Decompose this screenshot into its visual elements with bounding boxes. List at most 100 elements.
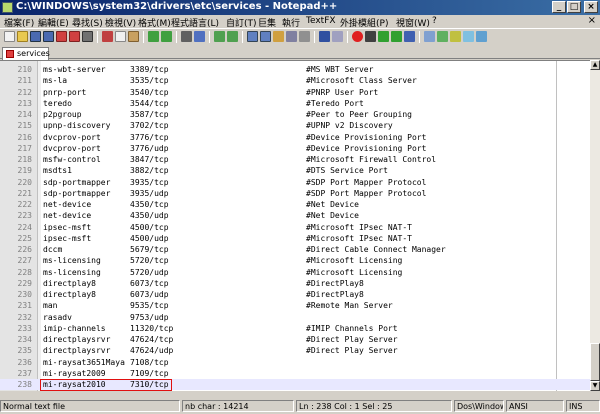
service-comment: #Net Device (306, 211, 359, 221)
save-icon[interactable] (30, 31, 41, 42)
text-line[interactable]: 221 sdp-portmapper 3935/udp #SDP Port Mappe… (0, 188, 590, 199)
toolbar-separator (314, 31, 315, 43)
toolbar-separator (209, 31, 210, 43)
line-number: 216 (17, 132, 32, 142)
notepadpp-app-icon[interactable] (2, 2, 13, 13)
close-button[interactable]: × (584, 1, 598, 13)
text-line[interactable]: 220 sdp-portmapper 3935/tcp #SDP Port Mappe… (0, 177, 590, 188)
text-line[interactable]: 224 ipsec-msft 4500/tcp #Microsoft IPsec NA… (0, 222, 590, 233)
text-line[interactable]: 219 msdts1 3882/tcp #DTS Service Port (0, 165, 590, 176)
text-line[interactable]: 214 p2pgroup 3587/tcp #Peer to Peer Groupin… (0, 109, 590, 120)
line-number: 236 (17, 357, 32, 367)
plugin-icon-2[interactable] (437, 31, 448, 42)
editor-area[interactable]: 210 ms-wbt-server 3389/tcp #MS WBT Server 21… (0, 60, 590, 391)
find-icon[interactable] (181, 31, 192, 42)
service-name: ipsec-msft (43, 222, 92, 232)
copy-icon[interactable] (115, 31, 126, 42)
service-comment: #MS WBT Server (306, 65, 374, 74)
service-port: 6073/tcp (130, 278, 169, 288)
doc-map-icon[interactable] (332, 31, 343, 42)
new-file-icon[interactable] (4, 31, 15, 42)
text-line[interactable]: 231 man 9535/tcp #Remote Man Server (0, 300, 590, 311)
plugin-icon-3[interactable] (450, 31, 461, 42)
service-port: 5720/tcp (130, 256, 169, 266)
maximize-button[interactable]: □ (567, 1, 581, 13)
service-port: 5720/udp (130, 267, 169, 277)
text-line[interactable]: 227 ms-licensing 5720/tcp #Microsoft Licens… (0, 255, 590, 266)
run-macro-multiple-icon[interactable] (391, 31, 402, 42)
text-line[interactable]: 212 pnrp-port 3540/tcp #PNRP User Port (0, 87, 590, 98)
text-line[interactable]: 234 directplaysrvr 47624/tcp #Direct Play S… (0, 334, 590, 345)
sync-vertical-icon[interactable] (247, 31, 258, 42)
vertical-scrollbar[interactable]: ▲ ▼ (590, 60, 600, 391)
service-port: 3389/tcp (130, 65, 169, 74)
text-line[interactable]: 236 mi-raysat3651Maya 7108/tcp (0, 357, 590, 368)
minimize-button[interactable]: _ (552, 1, 566, 13)
plugin-icon-5[interactable] (476, 31, 487, 42)
menu-textfx[interactable]: TextFX (306, 16, 336, 26)
scroll-down-arrow-icon[interactable]: ▼ (590, 381, 600, 391)
text-line[interactable]: 237 mi-raysat2009 7109/tcp (0, 368, 590, 379)
zoom-in-icon[interactable] (214, 31, 225, 42)
user-defined-language-icon[interactable] (319, 31, 330, 42)
stop-recording-icon[interactable] (365, 31, 376, 42)
service-name: dvcprov-port (43, 143, 101, 153)
text-line[interactable]: 213 teredo 3544/tcp #Teredo Port (0, 98, 590, 109)
line-number: 222 (17, 200, 32, 209)
text-line[interactable]: 211 ms-la 3535/tcp #Microsoft Class Server (0, 75, 590, 86)
word-wrap-icon[interactable] (273, 31, 284, 42)
tab-services[interactable]: services (2, 47, 50, 60)
text-line[interactable]: 218 msfw-control 3847/tcp #Microsoft Firewa… (0, 154, 590, 165)
print-icon[interactable] (82, 31, 93, 42)
plugin-icon-1[interactable] (424, 31, 435, 42)
cut-icon[interactable] (102, 31, 113, 42)
text-line[interactable]: 228 ms-licensing 5720/udp #Microsoft Licens… (0, 267, 590, 278)
status-encoding: ANSI (506, 400, 564, 412)
paste-icon[interactable] (128, 31, 139, 42)
line-number: 234 (17, 335, 32, 344)
text-line[interactable]: 232 rasadv 9753/udp (0, 312, 590, 323)
replace-icon[interactable] (194, 31, 205, 42)
text-line[interactable]: 225 ipsec-msft 4500/udp #Microsoft IPsec NA… (0, 233, 590, 244)
text-line[interactable]: 215 upnp-discovery 3702/tcp #UPNP v2 Discov… (0, 120, 590, 131)
indent-guide-icon[interactable] (299, 31, 310, 42)
show-all-chars-icon[interactable] (286, 31, 297, 42)
text-line[interactable]: 235 directplaysrvr 47624/udp #Direct Play S… (0, 345, 590, 356)
save-macro-icon[interactable] (404, 31, 415, 42)
service-comment: #DirectPlay8 (306, 290, 364, 299)
service-comment: #SDP Port Mapper Protocol (306, 177, 427, 187)
menu-help[interactable]: ? (432, 16, 437, 26)
text-line[interactable]: 233 imip-channels 11320/tcp #IMIP Channels … (0, 323, 590, 334)
sync-horizontal-icon[interactable] (260, 31, 271, 42)
close-all-icon[interactable] (69, 31, 80, 42)
zoom-out-icon[interactable] (227, 31, 238, 42)
text-line[interactable]: 217 dvcprov-port 3776/udp #Device Provision… (0, 143, 590, 154)
open-file-icon[interactable] (17, 31, 28, 42)
save-all-icon[interactable] (43, 31, 54, 42)
service-comment: #UPNP v2 Discovery (306, 121, 393, 131)
scroll-thumb[interactable] (590, 343, 600, 381)
text-line[interactable]: 216 dvcprov-port 3776/tcp #Device Provision… (0, 132, 590, 143)
scroll-up-arrow-icon[interactable]: ▲ (590, 60, 600, 70)
undo-icon[interactable] (148, 31, 159, 42)
status-length: nb char : 14214 (182, 400, 294, 412)
text-line[interactable]: 222 net-device 4350/tcp #Net Device (0, 199, 590, 210)
close-document-icon[interactable]: × (588, 15, 596, 26)
text-line[interactable]: 229 directplay8 6073/tcp #DirectPlay8 (0, 278, 590, 289)
text-line[interactable]: 210 ms-wbt-server 3389/tcp #MS WBT Server (0, 64, 590, 75)
redo-icon[interactable] (161, 31, 172, 42)
line-number: 220 (17, 177, 32, 187)
text-line[interactable]: 223 net-device 4350/udp #Net Device (0, 210, 590, 221)
text-line[interactable]: 230 directplay8 6073/udp #DirectPlay8 (0, 289, 590, 300)
text-line[interactable]: 226 dccm 5679/tcp #Direct Cable Connect Man… (0, 244, 590, 255)
playback-icon[interactable] (378, 31, 389, 42)
line-number: 232 (17, 312, 32, 322)
close-file-icon[interactable] (56, 31, 67, 42)
record-macro-icon[interactable] (352, 31, 363, 42)
line-number: 229 (17, 278, 32, 288)
plugin-icon-4[interactable] (463, 31, 474, 42)
menu-bar: 檔案(F) 編輯(E) 尋找(S) 檢視(V) 格式(M) 程式語言(L) 自訂… (0, 15, 600, 29)
service-port: 4500/tcp (130, 222, 169, 232)
line-number: 213 (17, 98, 32, 108)
service-name: directplay8 (43, 290, 96, 299)
